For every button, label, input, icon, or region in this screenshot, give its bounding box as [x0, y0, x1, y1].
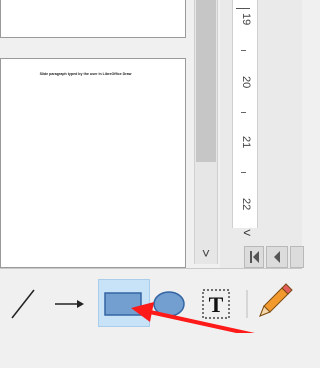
annotation-arrow: [131, 302, 302, 347]
status-bar: [0, 333, 302, 368]
